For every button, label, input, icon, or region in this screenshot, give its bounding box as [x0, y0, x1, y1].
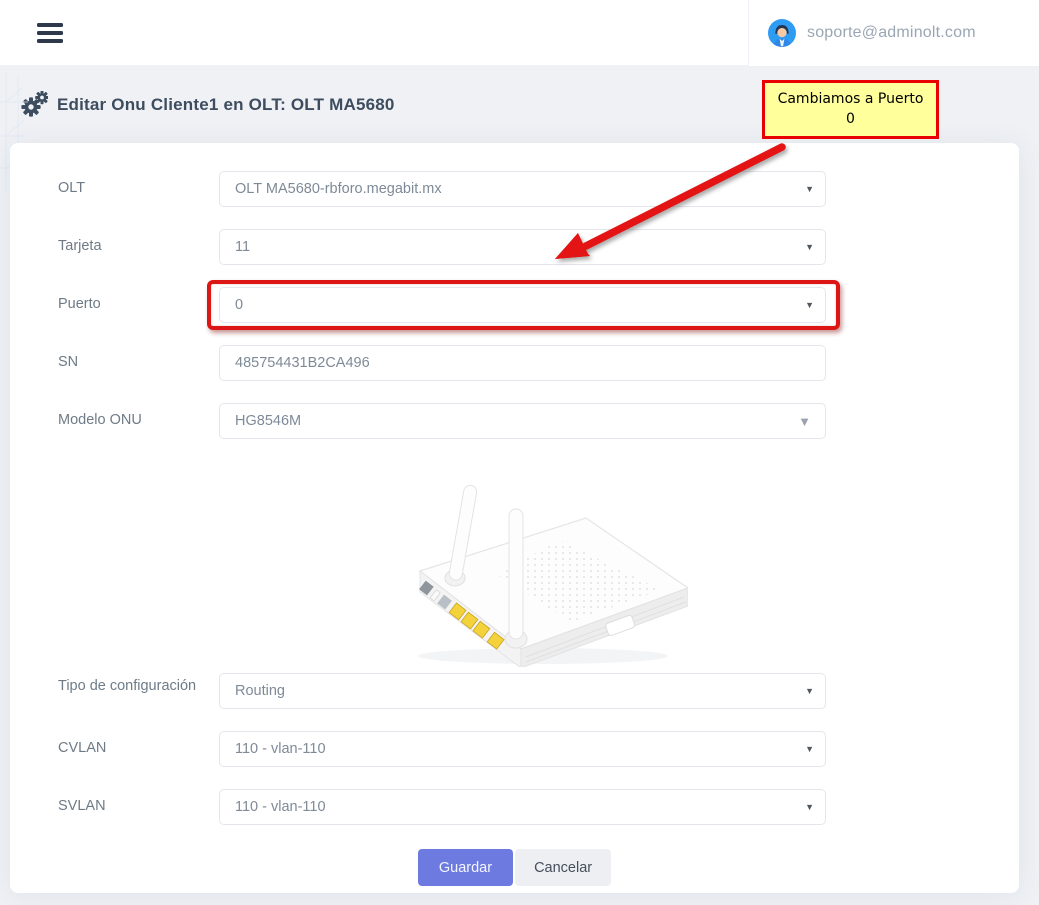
puerto-value: 0: [235, 297, 243, 313]
caret-down-icon: ▼: [805, 301, 814, 310]
tipo-select[interactable]: Routing ▼: [219, 673, 826, 709]
tipo-value: Routing: [235, 683, 285, 699]
sn-label: SN: [58, 345, 219, 381]
tarjeta-value: 11: [235, 239, 250, 255]
form-card: OLT OLT MA5680-rbforo.megabit.mx ▼ Tarje…: [10, 143, 1019, 893]
modelo-select[interactable]: HG8546M ▼: [219, 403, 826, 439]
caret-down-icon: ▼: [805, 185, 814, 194]
cancel-button[interactable]: Cancelar: [515, 849, 611, 886]
hamburger-menu-icon[interactable]: [37, 23, 63, 43]
svlan-value: 110 - vlan-110: [235, 799, 326, 815]
caret-down-icon: ▼: [798, 415, 811, 428]
tarjeta-label: Tarjeta: [58, 229, 219, 265]
user-menu[interactable]: soporte@adminolt.com: [748, 0, 1039, 66]
puerto-label: Puerto: [58, 287, 219, 323]
cvlan-label: CVLAN: [58, 731, 219, 767]
olt-label: OLT: [58, 171, 219, 207]
olt-value: OLT MA5680-rbforo.megabit.mx: [235, 181, 442, 197]
field-modelo: Modelo ONU HG8546M ▼: [58, 403, 1019, 439]
svlan-label: SVLAN: [58, 789, 219, 825]
cvlan-value: 110 - vlan-110: [235, 741, 326, 757]
caret-down-icon: ▼: [805, 803, 814, 812]
sn-input[interactable]: [219, 345, 826, 381]
user-email: soporte@adminolt.com: [807, 24, 976, 42]
hamburger-bar: [37, 39, 63, 43]
modelo-label: Modelo ONU: [58, 403, 219, 439]
field-cvlan: CVLAN 110 - vlan-110 ▼: [58, 731, 1019, 767]
tarjeta-select[interactable]: 11 ▼: [219, 229, 826, 265]
main-content: Editar Onu Cliente1 en OLT: OLT MA5680 O…: [0, 66, 1039, 905]
caret-down-icon: ▼: [805, 745, 814, 754]
field-puerto: Puerto 0 ▼: [58, 287, 1019, 323]
caret-down-icon: ▼: [805, 243, 814, 252]
puerto-select[interactable]: 0 ▼: [219, 287, 826, 323]
modelo-value: HG8546M: [235, 413, 301, 429]
olt-select[interactable]: OLT MA5680-rbforo.megabit.mx ▼: [219, 171, 826, 207]
user-avatar-icon: [768, 19, 796, 47]
page-title: Editar Onu Cliente1 en OLT: OLT MA5680: [57, 95, 395, 115]
save-button[interactable]: Guardar: [418, 849, 513, 886]
top-header: soporte@adminolt.com: [0, 0, 1039, 66]
field-sn: SN: [58, 345, 1019, 381]
svlan-select[interactable]: 110 - vlan-110 ▼: [219, 789, 826, 825]
field-tipo: Tipo de configuración Routing ▼: [58, 673, 1019, 709]
tipo-label: Tipo de configuración: [58, 673, 219, 709]
callout-box: Cambiamos a Puerto 0: [762, 80, 939, 139]
onu-image-row: [219, 461, 826, 667]
cvlan-select[interactable]: 110 - vlan-110 ▼: [219, 731, 826, 767]
hamburger-bar: [37, 23, 63, 27]
form-actions: Guardar Cancelar: [10, 849, 1019, 886]
field-olt: OLT OLT MA5680-rbforo.megabit.mx ▼: [58, 171, 1019, 207]
cogs-icon: [20, 91, 48, 118]
field-svlan: SVLAN 110 - vlan-110 ▼: [58, 789, 1019, 825]
caret-down-icon: ▼: [805, 687, 814, 696]
hamburger-bar: [37, 31, 63, 35]
onu-product-image: [358, 461, 688, 667]
field-tarjeta: Tarjeta 11 ▼: [58, 229, 1019, 265]
